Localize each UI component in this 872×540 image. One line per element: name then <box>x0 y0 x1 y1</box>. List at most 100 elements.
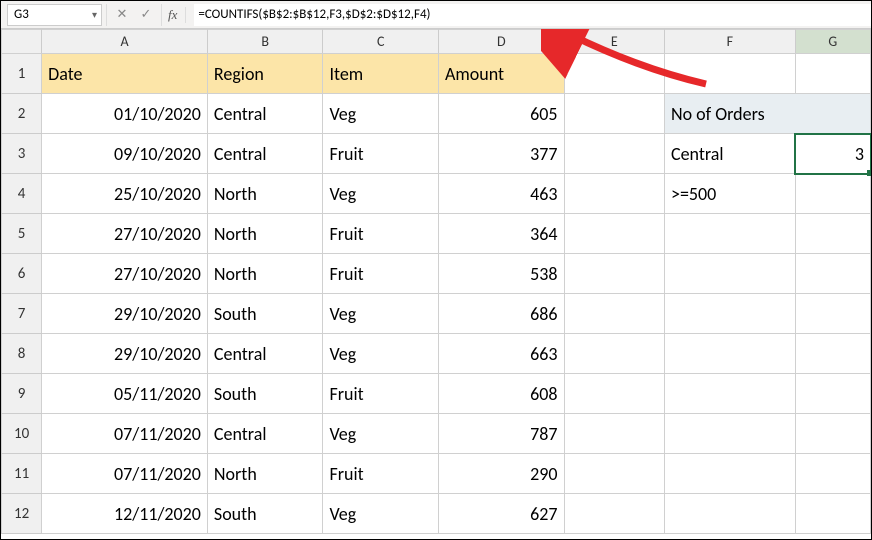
cell[interactable]: Veg <box>323 174 439 214</box>
cell[interactable] <box>564 454 664 494</box>
cell[interactable] <box>665 214 796 254</box>
cell[interactable]: Central <box>207 414 323 454</box>
row-header[interactable]: 4 <box>2 174 42 214</box>
cell[interactable]: North <box>207 454 323 494</box>
cell[interactable] <box>564 214 664 254</box>
cell[interactable]: 608 <box>438 374 564 414</box>
cell[interactable]: 538 <box>438 254 564 294</box>
cell[interactable]: 25/10/2020 <box>42 174 208 214</box>
spreadsheet-grid[interactable]: A B C D E F G 1 Date Region Item Amount <box>1 29 871 534</box>
cell[interactable]: 686 <box>438 294 564 334</box>
cell[interactable] <box>665 454 796 494</box>
select-all-corner[interactable] <box>2 30 42 54</box>
cell[interactable] <box>665 494 796 534</box>
cell[interactable]: 09/10/2020 <box>42 134 208 174</box>
cell[interactable]: North <box>207 174 323 214</box>
cell[interactable] <box>795 334 870 374</box>
cell[interactable] <box>564 174 664 214</box>
cell[interactable]: Veg <box>323 494 439 534</box>
cell[interactable]: 27/10/2020 <box>42 214 208 254</box>
cell[interactable]: 07/11/2020 <box>42 454 208 494</box>
cell-G3-active[interactable]: 3 <box>795 134 870 174</box>
row-header[interactable]: 5 <box>2 214 42 254</box>
cell[interactable]: Central <box>207 134 323 174</box>
cell[interactable] <box>665 414 796 454</box>
cell[interactable] <box>665 254 796 294</box>
row-header[interactable]: 12 <box>2 494 42 534</box>
cell[interactable] <box>795 174 870 214</box>
cell[interactable]: 627 <box>438 494 564 534</box>
row-header[interactable]: 6 <box>2 254 42 294</box>
cell[interactable]: South <box>207 294 323 334</box>
cell-C1[interactable]: Item <box>323 54 439 94</box>
cell[interactable]: 605 <box>438 94 564 134</box>
cell[interactable]: Central <box>207 334 323 374</box>
cell[interactable]: Veg <box>323 94 439 134</box>
cell[interactable]: 12/11/2020 <box>42 494 208 534</box>
cell[interactable]: 29/10/2020 <box>42 334 208 374</box>
cell[interactable] <box>795 214 870 254</box>
chevron-down-icon[interactable]: ▾ <box>92 8 97 21</box>
cell[interactable]: Veg <box>323 294 439 334</box>
cell[interactable]: Veg <box>323 414 439 454</box>
cell[interactable]: Central <box>207 94 323 134</box>
col-header-A[interactable]: A <box>42 30 208 54</box>
cell[interactable]: South <box>207 494 323 534</box>
cell[interactable]: Veg <box>323 334 439 374</box>
cell[interactable]: 290 <box>438 454 564 494</box>
cell[interactable]: 29/10/2020 <box>42 294 208 334</box>
col-header-B[interactable]: B <box>207 30 323 54</box>
cell[interactable]: >=500 <box>665 174 796 214</box>
cell[interactable]: Fruit <box>323 454 439 494</box>
cell[interactable]: 787 <box>438 414 564 454</box>
cell[interactable]: 663 <box>438 334 564 374</box>
cell[interactable] <box>795 494 870 534</box>
cell-B1[interactable]: Region <box>207 54 323 94</box>
cell[interactable] <box>564 334 664 374</box>
cell[interactable] <box>564 494 664 534</box>
cell[interactable]: 364 <box>438 214 564 254</box>
cancel-icon[interactable]: ✕ <box>115 7 129 22</box>
row-header[interactable]: 11 <box>2 454 42 494</box>
cell[interactable] <box>564 254 664 294</box>
cell-F1[interactable] <box>665 54 796 94</box>
row-header[interactable]: 9 <box>2 374 42 414</box>
cell-G1[interactable] <box>795 54 870 94</box>
cell[interactable]: Fruit <box>323 214 439 254</box>
cell[interactable] <box>665 374 796 414</box>
row-header[interactable]: 10 <box>2 414 42 454</box>
cell[interactable]: 01/10/2020 <box>42 94 208 134</box>
cell[interactable] <box>564 294 664 334</box>
cell-F2G2[interactable]: No of Orders <box>665 94 871 134</box>
col-header-F[interactable]: F <box>665 30 796 54</box>
cell[interactable]: 377 <box>438 134 564 174</box>
cell[interactable] <box>795 414 870 454</box>
col-header-D[interactable]: D <box>438 30 564 54</box>
col-header-E[interactable]: E <box>564 30 664 54</box>
cell[interactable] <box>665 334 796 374</box>
cell[interactable]: North <box>207 254 323 294</box>
col-header-G[interactable]: G <box>795 30 870 54</box>
cell-A1[interactable]: Date <box>42 54 208 94</box>
cell-D1[interactable]: Amount <box>438 54 564 94</box>
row-header[interactable]: 8 <box>2 334 42 374</box>
cell[interactable] <box>564 414 664 454</box>
cell[interactable]: North <box>207 214 323 254</box>
cell[interactable]: 07/11/2020 <box>42 414 208 454</box>
cell[interactable]: South <box>207 374 323 414</box>
cell[interactable]: Central <box>665 134 796 174</box>
cell[interactable]: 05/11/2020 <box>42 374 208 414</box>
col-header-C[interactable]: C <box>323 30 439 54</box>
row-header[interactable]: 3 <box>2 134 42 174</box>
cell[interactable]: 463 <box>438 174 564 214</box>
row-header[interactable]: 1 <box>2 54 42 94</box>
cell[interactable]: 27/10/2020 <box>42 254 208 294</box>
cell[interactable] <box>564 134 664 174</box>
cell[interactable] <box>795 254 870 294</box>
cell[interactable]: Fruit <box>323 134 439 174</box>
cell[interactable] <box>795 454 870 494</box>
row-header[interactable]: 7 <box>2 294 42 334</box>
cell[interactable] <box>564 94 664 134</box>
cell[interactable] <box>564 374 664 414</box>
cell[interactable] <box>665 294 796 334</box>
